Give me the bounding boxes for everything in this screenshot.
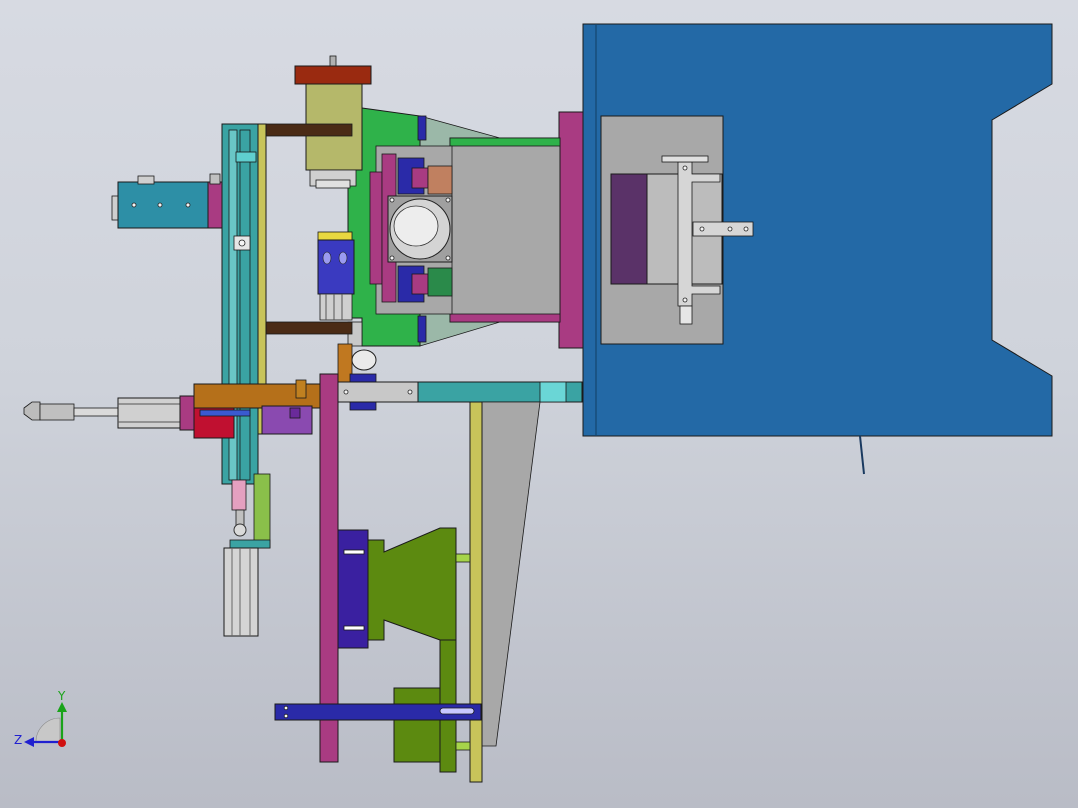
sensor-block[interactable] [317,231,355,321]
x-axis-dot [58,739,66,747]
z-axis-label: Z [14,733,22,747]
flange-plate[interactable] [558,111,584,349]
axis-triad: Y Z [14,689,67,747]
cable-line [859,435,865,475]
lower-rod [261,321,353,335]
top-motor[interactable] [294,55,372,189]
support-structure[interactable] [274,373,541,783]
gear-housing[interactable] [347,107,561,347]
top-left-cylinder[interactable] [111,173,223,229]
assembly-drawing[interactable]: Y Z [0,0,1078,808]
cad-viewport[interactable]: Y Z [0,0,1078,808]
upper-rod [261,123,353,137]
y-axis-label: Y [57,689,66,703]
teal-arm[interactable] [337,381,583,403]
lower-actuator[interactable] [223,473,271,637]
